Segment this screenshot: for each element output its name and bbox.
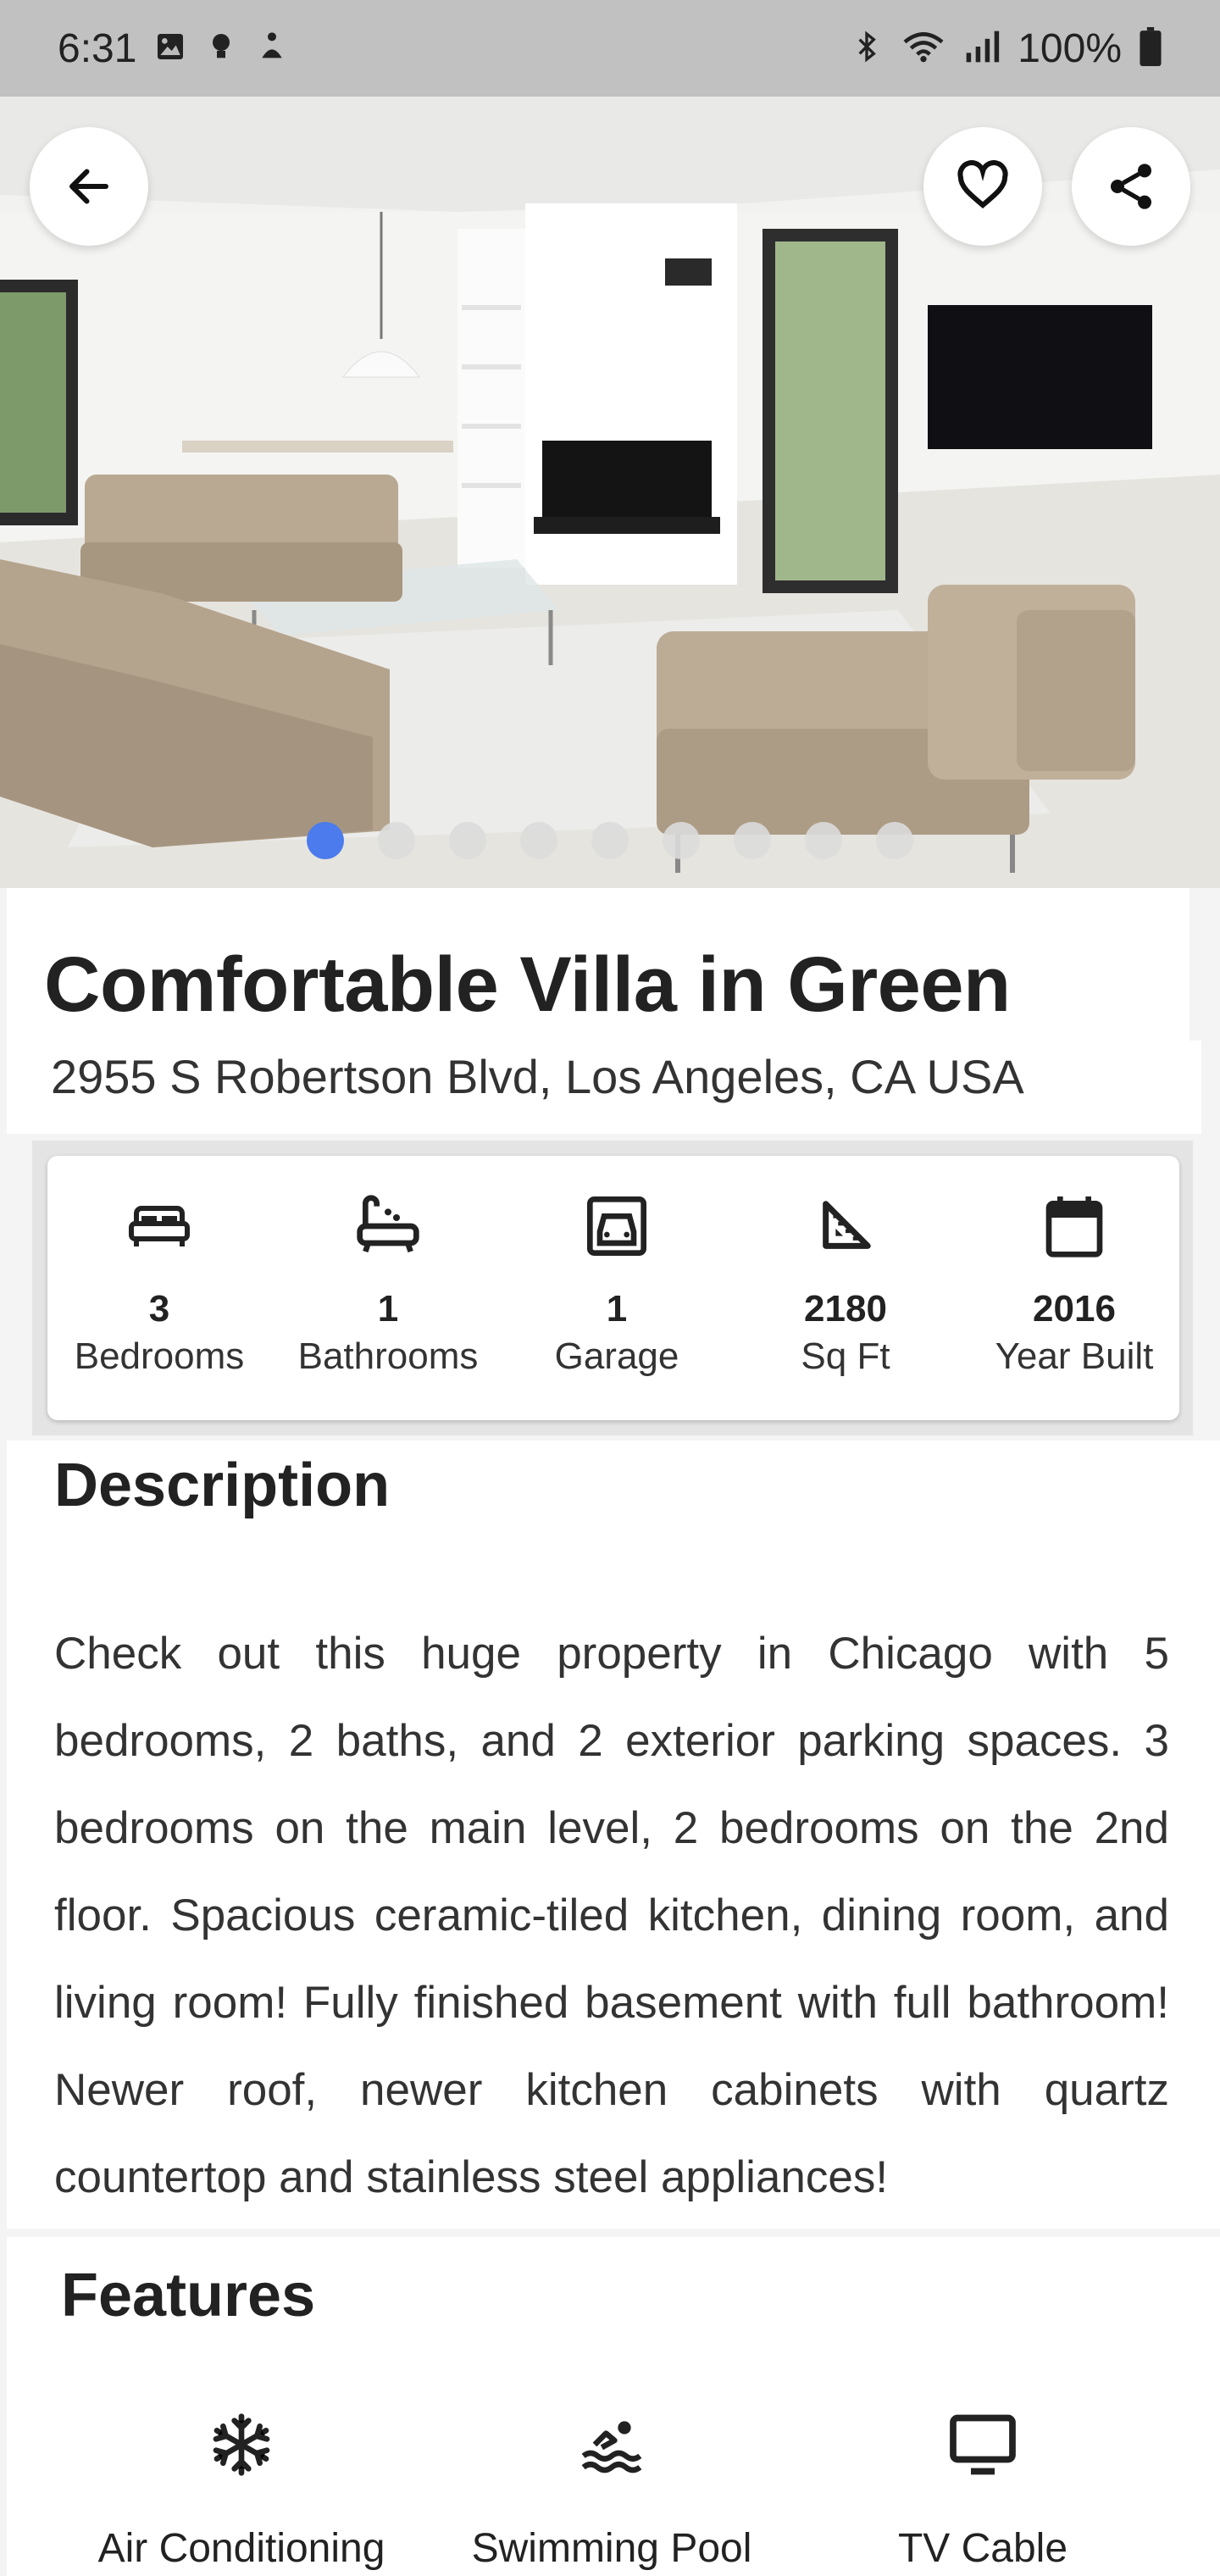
stat-value: 1 bbox=[606, 1288, 628, 1330]
description-heading: Description bbox=[54, 1452, 391, 1519]
snowflake-icon bbox=[213, 2413, 270, 2476]
stat-year-built: 2016 Year Built bbox=[964, 1190, 1184, 1378]
stat-label: Year Built bbox=[995, 1335, 1154, 1377]
gallery-notification-icon bbox=[153, 30, 187, 68]
battery-percent: 100% bbox=[1018, 25, 1122, 71]
stat-label: Garage bbox=[554, 1335, 679, 1377]
status-time: 6:31 bbox=[58, 25, 137, 71]
stat-label: Bathrooms bbox=[297, 1335, 479, 1377]
garage-icon bbox=[587, 1196, 646, 1256]
gallery-dot[interactable] bbox=[876, 822, 913, 859]
bathtub-icon bbox=[357, 1195, 419, 1253]
stat-label: Sq Ft bbox=[801, 1335, 890, 1377]
gallery-dot[interactable] bbox=[520, 822, 557, 859]
stat-value: 3 bbox=[148, 1288, 170, 1330]
gallery-dot[interactable] bbox=[591, 822, 629, 859]
description-text: Check out this huge property in Chicago … bbox=[54, 1629, 1169, 2202]
gallery-pagination bbox=[0, 822, 1220, 863]
stats-card: 3 Bedrooms 1 Bathrooms 1 Garage 2180 Sq … bbox=[47, 1156, 1179, 1420]
stat-garage: 1 Garage bbox=[507, 1190, 727, 1378]
stat-bathrooms: 1 Bathrooms bbox=[278, 1190, 498, 1378]
lightbulb-notification-icon bbox=[204, 30, 238, 68]
feature-tv-cable: TV Cable bbox=[796, 2407, 1169, 2572]
stat-bedrooms: 3 Bedrooms bbox=[49, 1190, 269, 1378]
share-button[interactable] bbox=[1072, 127, 1190, 246]
gallery-dot[interactable] bbox=[663, 822, 700, 859]
accessibility-notification-icon bbox=[255, 30, 289, 68]
back-button[interactable] bbox=[30, 127, 148, 246]
gallery-dot-active[interactable] bbox=[307, 822, 344, 859]
stat-value: 1 bbox=[377, 1288, 399, 1330]
tv-icon bbox=[950, 2414, 1016, 2475]
stat-label: Bedrooms bbox=[74, 1335, 245, 1377]
gallery-dot[interactable] bbox=[378, 822, 415, 859]
gallery-dot[interactable] bbox=[805, 822, 842, 859]
features-heading: Features bbox=[61, 2262, 316, 2329]
listing-title: Comfortable Villa in Green bbox=[44, 941, 1011, 1028]
arrow-left-icon bbox=[69, 169, 108, 204]
swimming-pool-icon bbox=[581, 2421, 642, 2473]
battery-icon bbox=[1139, 26, 1162, 70]
heart-icon bbox=[957, 160, 1008, 208]
share-icon bbox=[1111, 164, 1151, 209]
stat-value: 2016 bbox=[1033, 1288, 1116, 1330]
gallery-dot[interactable] bbox=[449, 822, 486, 859]
feature-label: Air Conditioning bbox=[97, 2526, 385, 2571]
stat-sq-ft: 2180 Sq Ft bbox=[735, 1190, 956, 1378]
feature-label: Swimming Pool bbox=[471, 2526, 752, 2571]
bed-icon bbox=[129, 1206, 190, 1246]
ruler-square-icon bbox=[823, 1201, 871, 1249]
calendar-icon bbox=[1045, 1196, 1103, 1257]
gallery-dot[interactable] bbox=[734, 822, 771, 859]
property-photo-gallery[interactable] bbox=[0, 0, 1220, 888]
feature-swimming-pool: Swimming Pool bbox=[425, 2407, 798, 2572]
signal-icon bbox=[963, 28, 1001, 69]
bluetooth-icon bbox=[850, 28, 884, 69]
stat-value: 2180 bbox=[804, 1288, 887, 1330]
feature-label: TV Cable bbox=[897, 2526, 1068, 2571]
favorite-button[interactable] bbox=[923, 127, 1042, 246]
wifi-icon bbox=[901, 28, 946, 69]
living-room-photo bbox=[0, 0, 1220, 888]
feature-air-conditioning: Air Conditioning bbox=[55, 2407, 428, 2572]
status-bar: 6:31 100% bbox=[0, 0, 1220, 97]
listing-address: 2955 S Robertson Blvd, Los Angeles, CA U… bbox=[51, 1050, 1024, 1103]
